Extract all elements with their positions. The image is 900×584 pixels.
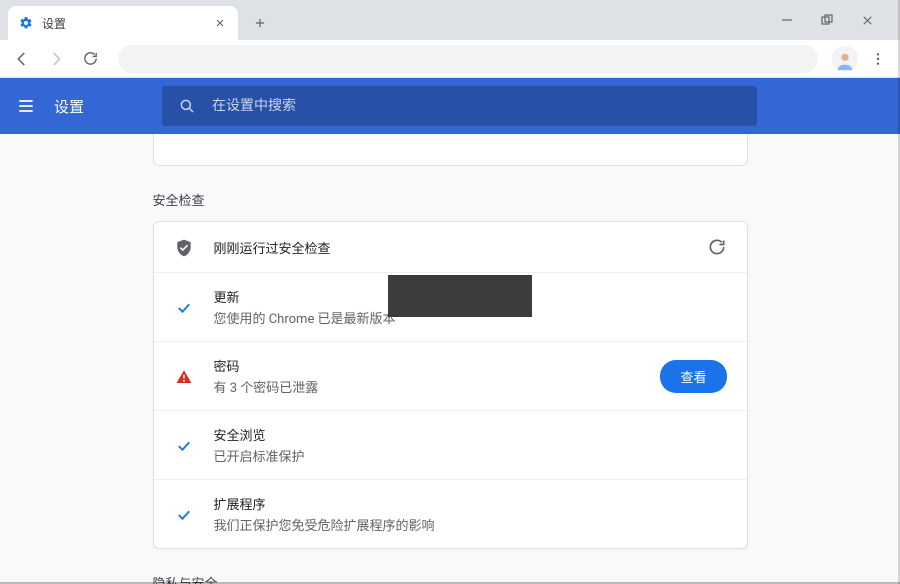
safe-browsing-row[interactable]: 安全浏览 已开启标准保护 <box>154 410 747 479</box>
extensions-title: 扩展程序 <box>214 494 727 513</box>
profile-avatar[interactable] <box>832 46 858 72</box>
browser-toolbar <box>0 40 900 78</box>
tab-strip: 设置 <box>0 0 900 40</box>
check-icon <box>174 504 194 524</box>
view-passwords-button[interactable]: 查看 <box>660 360 726 393</box>
tab-title: 设置 <box>42 15 204 32</box>
window-controls <box>778 0 900 40</box>
safety-check-card: 刚刚运行过安全检查 更新 您使用的 Chrome 已是最新版本 <box>153 221 748 549</box>
settings-header: 设置 <box>0 78 900 134</box>
check-icon <box>174 297 194 317</box>
extensions-subtitle: 我们正保护您免受危险扩展程序的影响 <box>214 515 727 534</box>
shield-check-icon <box>174 236 194 258</box>
safe-browsing-title: 安全浏览 <box>214 425 727 444</box>
gear-icon <box>18 15 34 31</box>
forward-button <box>42 45 70 73</box>
passwords-row[interactable]: 密码 有 3 个密码已泄露 查看 <box>154 341 747 410</box>
settings-search-input[interactable] <box>212 98 741 114</box>
browser-tab[interactable]: 设置 <box>8 6 238 40</box>
passwords-subtitle: 有 3 个密码已泄露 <box>214 377 641 396</box>
check-icon <box>174 435 194 455</box>
safety-check-header-row: 刚刚运行过安全检查 <box>154 222 747 272</box>
redaction-overlay <box>388 275 532 317</box>
minimize-button[interactable] <box>778 11 796 29</box>
settings-content: 安全检查 刚刚运行过安全检查 更新 您使用的 Chrom <box>0 134 900 584</box>
section-title-safety-check: 安全检查 <box>153 190 748 209</box>
safety-check-status-label: 刚刚运行过安全检查 <box>214 238 687 257</box>
address-bar[interactable] <box>118 45 818 73</box>
warning-icon <box>174 366 194 386</box>
browser-menu-button[interactable] <box>864 45 892 73</box>
maximize-button[interactable] <box>818 11 836 29</box>
close-icon[interactable] <box>212 15 228 31</box>
new-tab-button[interactable] <box>246 9 274 37</box>
back-button[interactable] <box>8 45 36 73</box>
search-icon <box>178 97 196 115</box>
extensions-row[interactable]: 扩展程序 我们正保护您免受危险扩展程序的影响 <box>154 479 747 548</box>
refresh-icon[interactable] <box>707 237 727 257</box>
settings-search[interactable] <box>162 86 757 126</box>
reload-button[interactable] <box>76 45 104 73</box>
menu-icon[interactable] <box>16 96 36 116</box>
previous-card-stub <box>153 134 748 166</box>
settings-title: 设置 <box>54 96 84 117</box>
safe-browsing-subtitle: 已开启标准保护 <box>214 446 727 465</box>
passwords-title: 密码 <box>214 356 641 375</box>
window-close-button[interactable] <box>858 11 876 29</box>
